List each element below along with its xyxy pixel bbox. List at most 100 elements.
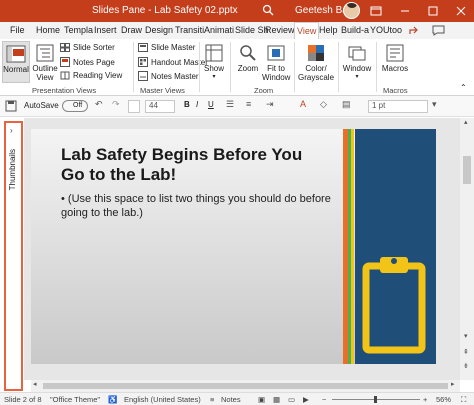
tab-view[interactable]: View [294, 22, 320, 40]
zoom-button[interactable]: Zoom [235, 44, 261, 73]
ribbon-view: Normal Outline View Slide Sorter Notes P… [0, 39, 474, 96]
slide-show-status-icon[interactable]: ▶ [303, 395, 309, 404]
save-icon[interactable] [5, 100, 17, 112]
tab-insert[interactable]: Insert [94, 25, 117, 35]
bullets-icon[interactable]: ☰ [226, 99, 234, 110]
undo-icon[interactable]: ↶ [95, 99, 103, 110]
tab-build-a[interactable]: Build-a [341, 25, 369, 35]
notes-page-icon [60, 57, 70, 67]
font-color-icon[interactable]: A [300, 99, 306, 109]
tab-transitions[interactable]: Transiti [175, 25, 204, 35]
thumbnails-pane[interactable]: › Thumbnails [4, 121, 23, 391]
collapse-ribbon-icon[interactable]: ⌃ [460, 83, 467, 92]
fit-slide-icon[interactable]: ⛶ [461, 395, 466, 405]
tab-animations[interactable]: Animati [204, 25, 234, 35]
tab-home[interactable]: Home [36, 25, 60, 35]
expand-chevron-icon[interactable]: › [10, 126, 13, 135]
line-spacing-box[interactable]: 1 pt [368, 100, 428, 113]
window-button[interactable]: Window ▾ [342, 44, 372, 82]
bold-icon[interactable]: B [184, 100, 190, 109]
zoom-in-icon[interactable]: + [423, 395, 427, 404]
indent-icon[interactable]: ⇥ [266, 99, 274, 110]
scroll-up-icon[interactable]: ▴ [464, 118, 468, 126]
align-icon[interactable]: ≡ [246, 99, 251, 109]
color-grayscale-label: Color/ Grayscale [298, 64, 335, 82]
slide-sorter-icon [60, 43, 70, 52]
slide-master-button[interactable]: Slide Master [138, 43, 195, 52]
notes-icon[interactable]: ≡ [210, 395, 214, 404]
language[interactable]: English (United States) [124, 395, 201, 404]
tab-slide-show[interactable]: Slide Sh [235, 25, 269, 35]
next-slide-icon[interactable]: ⇟ [463, 362, 469, 370]
maximize-icon[interactable] [425, 3, 441, 19]
zoom-group-label: Zoom [254, 86, 274, 95]
font-name-box[interactable] [128, 100, 140, 113]
outline-view-button[interactable]: Outline View [32, 44, 58, 82]
tab-review[interactable]: Review [265, 25, 295, 35]
show-button[interactable]: Show ▾ [203, 44, 225, 82]
previous-slide-icon[interactable]: ⇞ [463, 348, 469, 356]
reading-view-button[interactable]: Reading View [60, 71, 122, 80]
hscroll-thumb[interactable] [43, 383, 448, 389]
comments-icon[interactable] [432, 25, 445, 36]
normal-view-status-icon[interactable]: ▣ [258, 395, 265, 404]
vertical-scrollbar[interactable]: ▴ ▾ ⇞ ⇟ [460, 118, 474, 380]
tab-templates[interactable]: Templa [64, 25, 93, 35]
macros-icon [386, 44, 404, 62]
search-icon[interactable] [262, 4, 274, 16]
zoom-percent[interactable]: 56% [436, 395, 451, 404]
horizontal-scrollbar[interactable]: ◂ ▸ [31, 380, 460, 392]
shapes-icon[interactable]: ◇ [320, 99, 327, 110]
redo-icon[interactable]: ↷ [112, 99, 120, 110]
scroll-thumb[interactable] [463, 156, 471, 184]
handout-master-button[interactable]: Handout Master [138, 57, 208, 67]
slide-sorter-button[interactable]: Slide Sorter [60, 43, 115, 52]
normal-button[interactable]: Normal [2, 41, 30, 83]
zoom-out-icon[interactable]: − [322, 395, 326, 404]
minimize-icon[interactable] [397, 3, 413, 19]
slide-sorter-status-icon[interactable]: ▦ [273, 395, 280, 404]
tab-design[interactable]: Design [145, 25, 173, 35]
title-bar: Slides Pane - Lab Safety 02.pptx Geetesh… [0, 0, 474, 22]
macros-button[interactable]: Macros [380, 44, 410, 73]
scroll-left-icon[interactable]: ◂ [33, 380, 37, 388]
italic-icon[interactable]: I [196, 100, 198, 109]
share-icon[interactable] [408, 25, 420, 36]
notes-master-button[interactable]: Notes Master [138, 71, 199, 81]
slide-title[interactable]: Lab Safety Begins Before You Go to the L… [61, 145, 311, 185]
accessibility-icon[interactable]: ♿ [108, 395, 117, 404]
zoom-label: Zoom [237, 64, 259, 73]
scroll-down-icon[interactable]: ▾ [464, 332, 468, 340]
autosave-toggle[interactable]: Off [62, 100, 88, 112]
slide[interactable]: Lab Safety Begins Before You Go to the L… [31, 129, 436, 364]
reading-view-status-icon[interactable]: ▭ [288, 395, 295, 404]
tab-draw[interactable]: Draw [121, 25, 142, 35]
notes-button[interactable]: Notes [221, 395, 241, 404]
avatar[interactable] [343, 2, 360, 19]
color-grayscale-button[interactable]: Color/ Grayscale [298, 44, 334, 82]
fit-to-window-button[interactable]: Fit to Window [262, 44, 290, 82]
tab-file[interactable]: File [10, 25, 25, 35]
scroll-right-icon[interactable]: ▸ [451, 380, 455, 388]
underline-icon[interactable]: U [208, 100, 214, 109]
tab-youtoo[interactable]: YOUtoo [370, 25, 402, 35]
arrange-icon[interactable]: ▤ [342, 99, 351, 110]
handout-master-icon [138, 57, 148, 67]
notes-page-button[interactable]: Notes Page [60, 57, 115, 67]
customize-icon[interactable]: ▾ [432, 99, 437, 110]
window-label: Window [342, 64, 372, 73]
presentation-views-label: Presentation Views [32, 86, 97, 95]
zoom-slider-thumb[interactable] [374, 396, 377, 403]
slide-bullet[interactable]: • (Use this space to list two things you… [61, 192, 331, 220]
autosave-label: AutoSave [24, 101, 59, 110]
separator [133, 42, 134, 92]
tab-help[interactable]: Help [319, 25, 338, 35]
separator [199, 42, 200, 92]
normal-view-icon [6, 45, 26, 63]
stripe-orange [343, 129, 348, 364]
font-size-box[interactable]: 44 [145, 100, 175, 113]
macros-group-label: Macros [383, 86, 408, 95]
fit-to-window-icon [267, 45, 285, 61]
close-icon[interactable] [453, 3, 469, 19]
ribbon-display-icon[interactable] [368, 3, 384, 19]
